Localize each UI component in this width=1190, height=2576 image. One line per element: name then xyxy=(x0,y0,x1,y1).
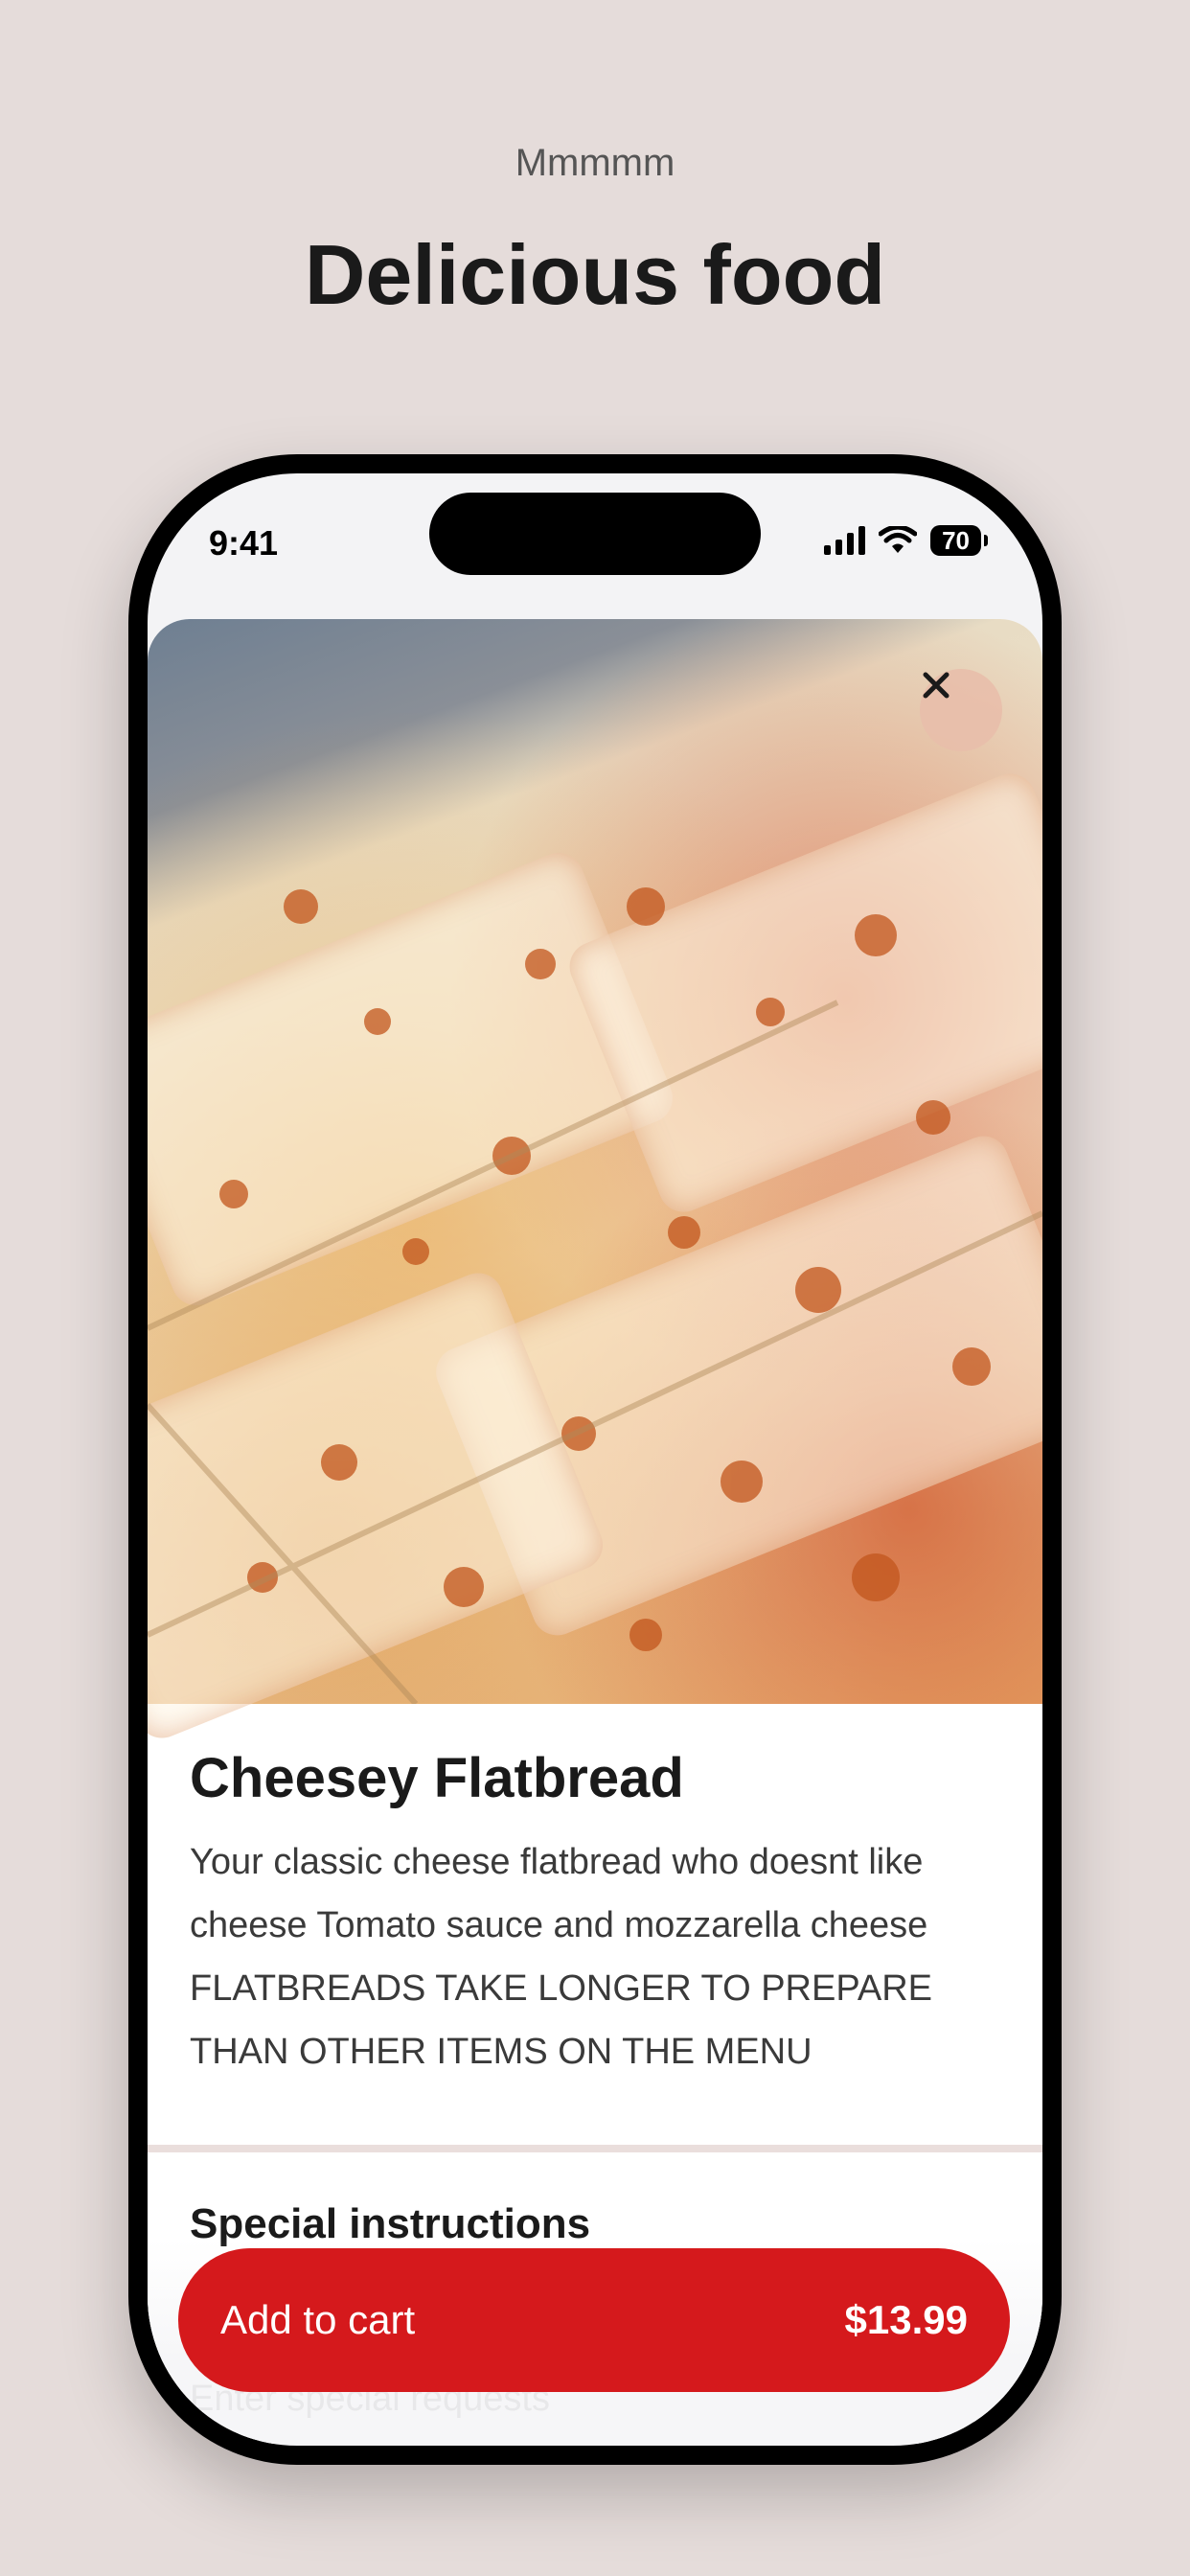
wifi-icon xyxy=(879,526,918,553)
status-icons: 70 xyxy=(824,525,988,556)
signal-icon xyxy=(824,526,866,555)
battery-icon: 70 xyxy=(930,525,988,556)
special-instructions-title: Special instructions xyxy=(190,2200,591,2247)
add-to-cart-button[interactable]: Add to cart $13.99 xyxy=(178,2248,1010,2392)
add-to-cart-label: Add to cart xyxy=(220,2297,416,2342)
phone-frame: 9:41 70 Cheesey Flatbread Your classic c… xyxy=(128,454,1062,2465)
close-button[interactable] xyxy=(920,669,1002,751)
item-description: Your classic cheese flatbread who doesnt… xyxy=(190,1842,932,2072)
header-kicker: Mmmmm xyxy=(515,142,675,184)
food-photo xyxy=(148,619,1042,1746)
phone-screen: 9:41 70 Cheesey Flatbread Your classic c… xyxy=(148,473,1042,2446)
dynamic-island xyxy=(429,493,761,575)
header-headline: Delicious food xyxy=(304,227,886,322)
status-time: 9:41 xyxy=(209,523,279,563)
item-title: Cheesey Flatbread xyxy=(190,1747,684,1809)
close-icon xyxy=(923,672,950,699)
cart-price: $13.99 xyxy=(844,2297,968,2342)
item-sheet: Cheesey Flatbread Your classic cheese fl… xyxy=(148,619,1042,2444)
page: Mmmmm Delicious food 9:41 70 Cheesey Fla… xyxy=(0,0,1190,2576)
section-divider xyxy=(148,2145,1042,2152)
